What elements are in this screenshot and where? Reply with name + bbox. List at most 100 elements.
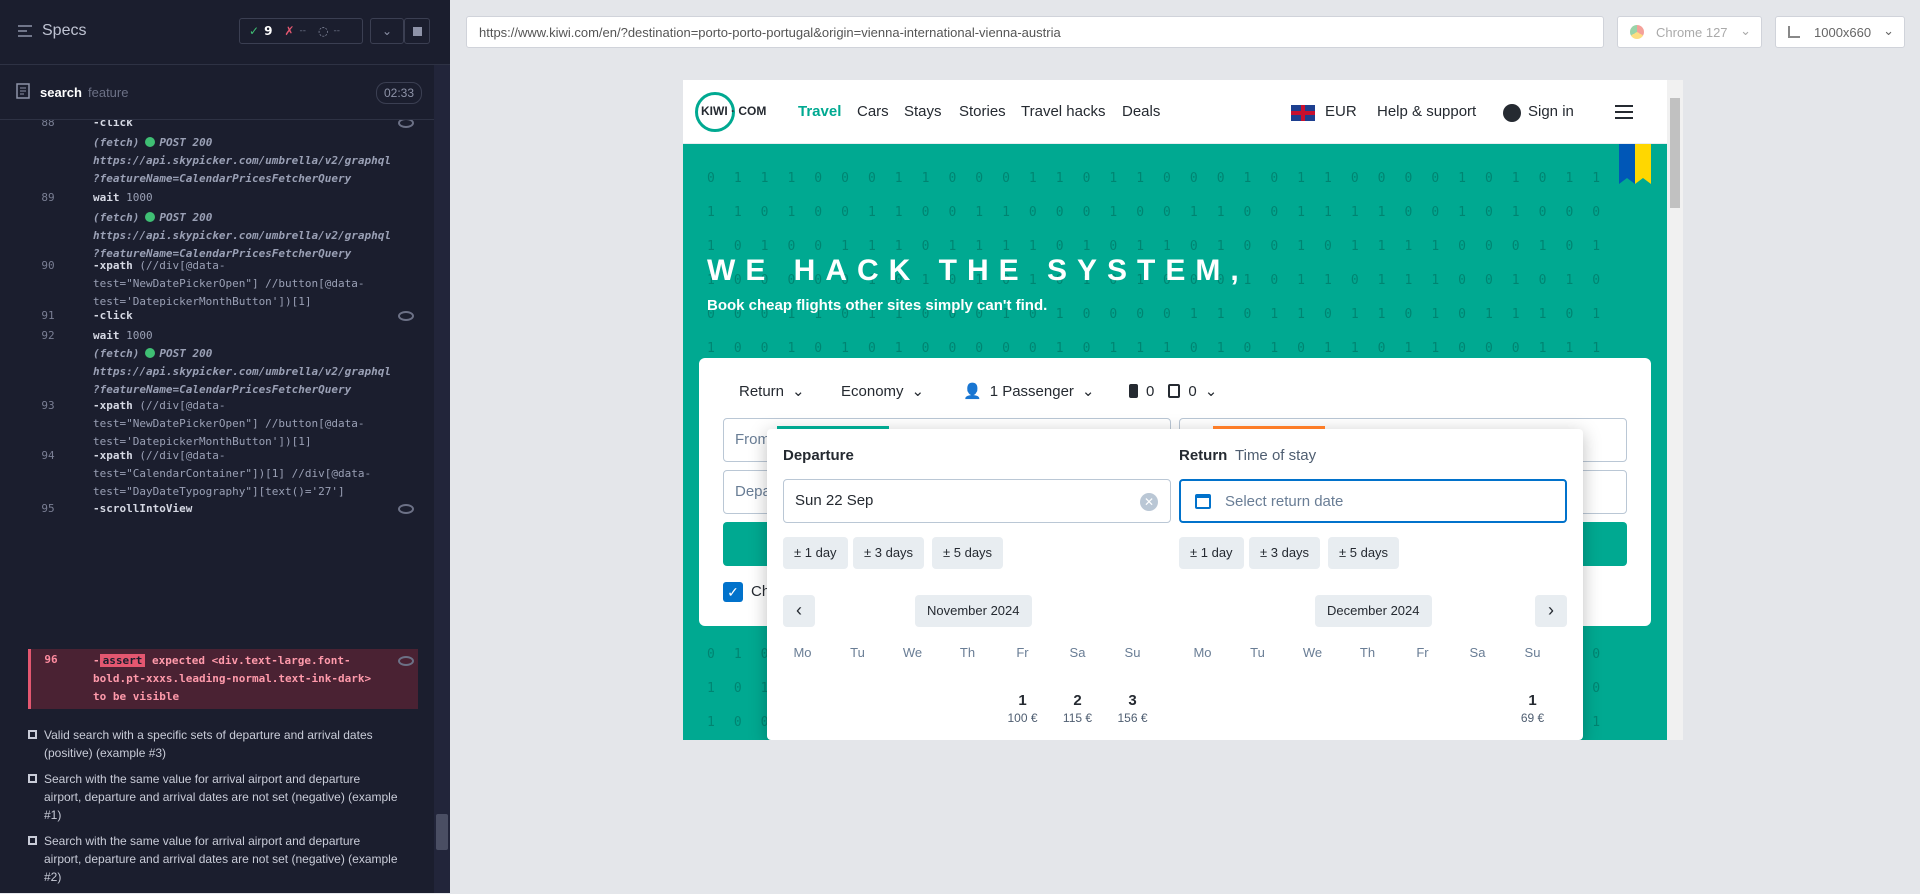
command-text: -click xyxy=(93,309,133,322)
datepicker-popup: Departure Return Time of stay Sun 22 Sep… xyxy=(767,426,1583,740)
trip-type-select[interactable]: Return ⌄ xyxy=(739,382,805,401)
viewport-selector[interactable]: 1000x660 ⌄ xyxy=(1775,16,1905,48)
ret-flex-1day[interactable]: ± 1 day xyxy=(1179,537,1244,569)
eye-slash-icon[interactable] xyxy=(398,656,414,666)
pending-count: -- xyxy=(333,26,340,36)
hamburger-icon[interactable] xyxy=(1615,105,1633,119)
command-number: 94 xyxy=(41,449,55,462)
stays-checkbox[interactable]: ✓ xyxy=(723,582,743,602)
kiwi-logo[interactable]: KIWI · COM xyxy=(695,92,775,132)
test-item[interactable]: Valid search with a specific sets of dep… xyxy=(28,726,398,762)
nav-cars[interactable]: Cars xyxy=(857,103,889,120)
command-text: (fetch) POST 200 https://api.skypicker.com… xyxy=(93,211,392,260)
browser-name: Chrome 127 xyxy=(1656,25,1728,40)
calendar-day[interactable]: 1 69 € xyxy=(1505,692,1560,725)
time-of-stay-tab[interactable]: Time of stay xyxy=(1235,447,1316,464)
eye-slash-icon[interactable] xyxy=(398,504,414,514)
calendar-day[interactable]: 1 100 € xyxy=(995,692,1050,725)
weekday-label: We xyxy=(1302,645,1323,660)
test-title: Search with the same value for arrival a… xyxy=(44,834,398,884)
menu-icon xyxy=(18,25,32,37)
nav-travel[interactable]: Travel xyxy=(798,103,841,120)
command-text: wait 1000 xyxy=(93,191,153,204)
return-label[interactable]: Return xyxy=(1179,447,1227,464)
browser-selector[interactable]: Chrome 127 ⌄ xyxy=(1617,16,1762,48)
passed-count: 9 xyxy=(264,24,273,38)
command-text: -xpath (//div[@data-test="NewDatePickerO… xyxy=(93,259,365,308)
sign-in-link[interactable]: Sign in xyxy=(1528,103,1574,120)
command-log: 88 -click (fetch) POST 200 https://api.skypi… xyxy=(28,120,418,709)
command-number: 89 xyxy=(41,191,55,204)
return-date-input[interactable]: Select return date xyxy=(1179,479,1567,523)
test-item[interactable]: Search with the same value for arrival a… xyxy=(28,770,398,824)
chevron-down-icon: ⌄ xyxy=(1081,383,1095,400)
chevron-down-icon: ⌄ xyxy=(1204,383,1218,400)
check-icon: ✓ xyxy=(249,24,260,38)
app-scroll-thumb[interactable] xyxy=(1670,98,1680,208)
currency-selector[interactable]: EUR xyxy=(1325,103,1357,120)
dep-flex-3days[interactable]: ± 3 days xyxy=(853,537,925,569)
command-text: (fetch) POST 200 https://api.skypicker.com… xyxy=(93,136,392,185)
runner-scroll-thumb[interactable] xyxy=(436,814,448,850)
month-button-november[interactable]: November 2024 xyxy=(915,595,1032,627)
nav-stories[interactable]: Stories xyxy=(959,103,1006,120)
stop-button[interactable] xyxy=(404,18,430,44)
failed-command-row[interactable]: 96 - assert expected <div.text-large.font-… xyxy=(28,649,418,709)
day-price: 100 € xyxy=(1007,711,1038,725)
weekday-label: Su xyxy=(1524,645,1541,660)
weekday-label: Sa xyxy=(1069,645,1086,660)
departure-date-input[interactable]: Sun 22 Sep ✕ xyxy=(783,479,1171,523)
command-text: wait 1000 xyxy=(93,329,153,342)
cabin-select[interactable]: Economy ⌄ xyxy=(841,382,925,401)
hero-subtitle: Book cheap flights other sites simply ca… xyxy=(707,297,1048,314)
calendar-day[interactable]: 3 156 € xyxy=(1105,692,1160,725)
weekday-label: Tu xyxy=(1250,645,1265,660)
prev-month-button[interactable]: ‹ xyxy=(783,595,815,627)
checked-bag-icon xyxy=(1168,384,1181,398)
people-icon: 👤 xyxy=(963,383,982,400)
app-scrollbar[interactable] xyxy=(1667,80,1683,740)
chevron-down-icon: ⌄ xyxy=(381,24,393,38)
weekday-label: Mo xyxy=(793,645,812,660)
specs-title: Specs xyxy=(42,22,87,39)
command-number: 88 xyxy=(41,120,55,129)
test-item[interactable]: Search with the same value for arrival a… xyxy=(28,832,398,886)
calendar-icon xyxy=(1195,494,1211,509)
url-bar[interactable]: https://www.kiwi.com/en/?destination=por… xyxy=(466,16,1604,48)
chevron-down-icon: ⌄ xyxy=(911,383,925,400)
dep-flex-5days[interactable]: ± 5 days xyxy=(932,537,1004,569)
command-text: -scrollIntoView xyxy=(93,502,193,515)
chrome-icon xyxy=(1630,25,1644,39)
clear-icon[interactable]: ✕ xyxy=(1140,493,1158,511)
weekday-label: Sa xyxy=(1469,645,1486,660)
help-link[interactable]: Help & support xyxy=(1377,103,1476,120)
calendar-day[interactable]: 2 115 € xyxy=(1050,692,1105,725)
runner-scrollbar[interactable] xyxy=(434,65,450,893)
spec-name: search xyxy=(40,85,82,100)
ret-flex-3days[interactable]: ± 3 days xyxy=(1249,537,1321,569)
nav-deals[interactable]: Deals xyxy=(1122,103,1160,120)
dep-flex-1day[interactable]: ± 1 day xyxy=(783,537,848,569)
status-dot-icon xyxy=(145,212,156,222)
eye-slash-icon[interactable] xyxy=(398,120,414,128)
eye-slash-icon[interactable] xyxy=(398,311,414,321)
runner-panel: Specs ✓ 9 ✗ -- ◌ -- ⌄ search feature 02:… xyxy=(0,0,450,893)
chevron-down-icon: ⌄ xyxy=(792,383,805,400)
pending-box-icon xyxy=(28,836,37,845)
weekday-label: Th xyxy=(1359,645,1376,660)
ret-flex-5days[interactable]: ± 5 days xyxy=(1328,537,1400,569)
command-number: 91 xyxy=(41,309,55,322)
chevron-down-button[interactable]: ⌄ xyxy=(370,18,404,44)
month-button-december[interactable]: December 2024 xyxy=(1315,595,1432,627)
command-number: 96 xyxy=(44,653,58,666)
specs-toggle[interactable]: Specs xyxy=(18,22,86,40)
chevron-down-icon: ⌄ xyxy=(1883,23,1894,38)
passenger-select[interactable]: 👤 1 Passenger ⌄ xyxy=(963,382,1095,401)
bags-select[interactable]: 0 0 ⌄ xyxy=(1129,382,1217,400)
nav-travel-hacks[interactable]: Travel hacks xyxy=(1021,103,1105,120)
next-month-button[interactable]: › xyxy=(1535,595,1567,627)
nav-stays[interactable]: Stays xyxy=(904,103,942,120)
return-tab-indicator xyxy=(1213,426,1325,429)
departure-label: Departure xyxy=(783,447,854,464)
ukraine-ribbon-icon xyxy=(1619,144,1651,184)
